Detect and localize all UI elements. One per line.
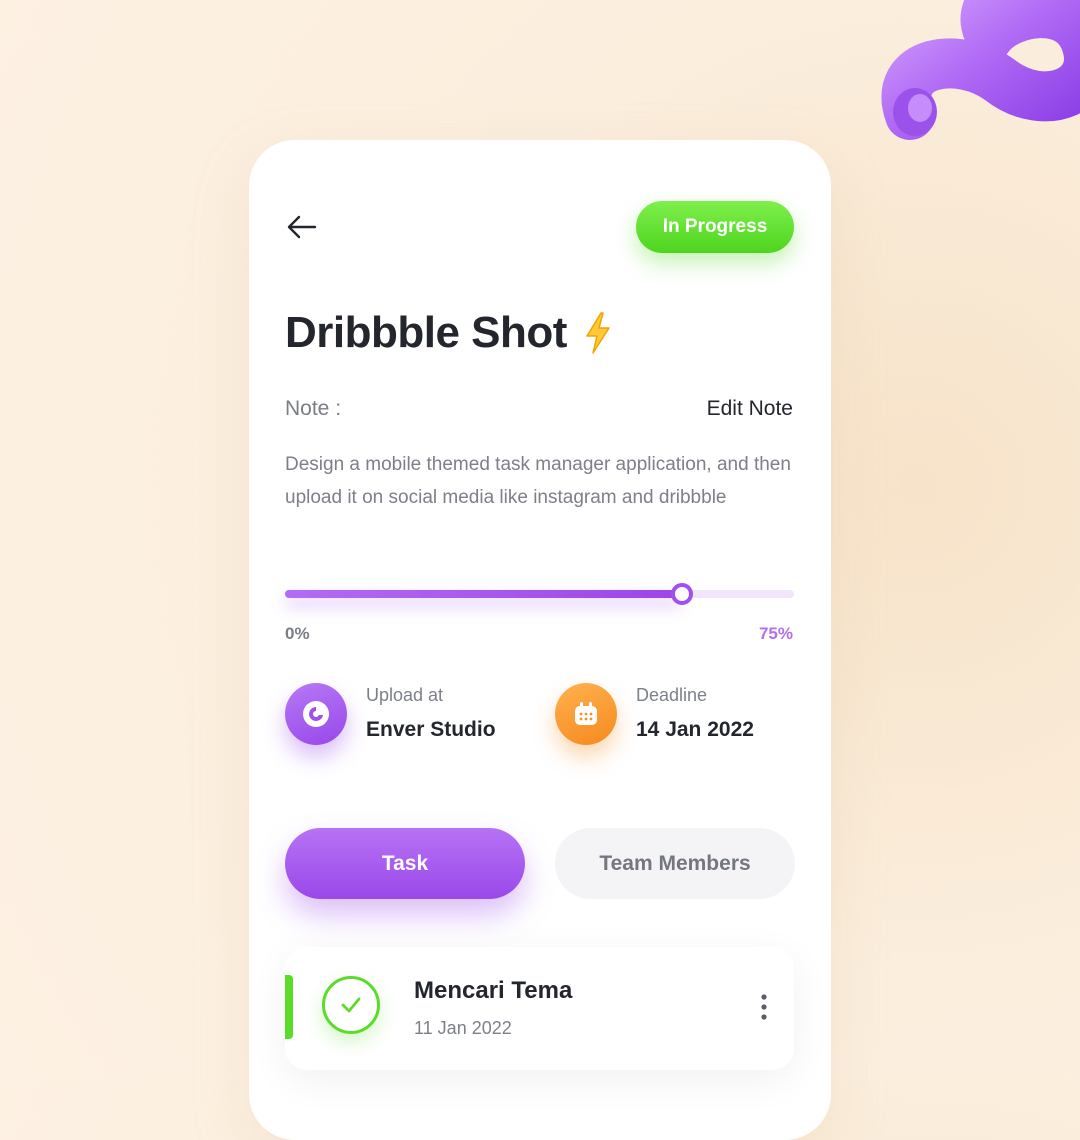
- task-date: 11 Jan 2022: [414, 1018, 512, 1038]
- progress-value-label: 75%: [758, 624, 793, 643]
- more-options-button[interactable]: [754, 992, 774, 1022]
- edit-note-button[interactable]: Edit Note: [707, 397, 793, 421]
- calendar-icon: [555, 683, 617, 745]
- note-description: Design a mobile themed task manager appl…: [285, 454, 791, 508]
- progress-fill: [285, 590, 683, 598]
- note-label: Note :: [285, 397, 342, 420]
- decorative-swirl-shape: [881, 0, 1080, 140]
- task-status-indicator: [285, 975, 293, 1039]
- more-vertical-icon: [761, 994, 767, 1020]
- tab-team-members[interactable]: Team Members: [555, 828, 795, 899]
- lightning-bolt-icon: [586, 312, 610, 354]
- back-button[interactable]: [285, 210, 325, 244]
- progress-handle[interactable]: [671, 583, 694, 605]
- project-detail-card: In Progress Dribbble Shot Note : Edit No…: [249, 140, 831, 1140]
- page-title: Dribbble Shot: [285, 308, 615, 358]
- check-icon: [341, 997, 361, 1013]
- upload-value: Enver Studio: [366, 718, 496, 741]
- progress-min-label: 0%: [285, 624, 310, 643]
- task-name: Mencari Tema: [414, 977, 573, 1004]
- upload-label: Upload at: [366, 685, 444, 705]
- task-complete-checkbox[interactable]: [322, 976, 380, 1034]
- studio-logo-icon: [285, 683, 347, 745]
- deadline-label: Deadline: [636, 685, 708, 705]
- arrow-left-icon: [287, 215, 317, 239]
- status-badge[interactable]: In Progress: [636, 201, 794, 253]
- progress-slider[interactable]: [285, 583, 794, 605]
- project-title: Dribbble Shot: [285, 308, 567, 357]
- deadline-value: 14 Jan 2022: [636, 718, 754, 741]
- tab-task[interactable]: Task: [285, 828, 525, 899]
- task-list-item[interactable]: Mencari Tema 11 Jan 2022: [285, 947, 794, 1070]
